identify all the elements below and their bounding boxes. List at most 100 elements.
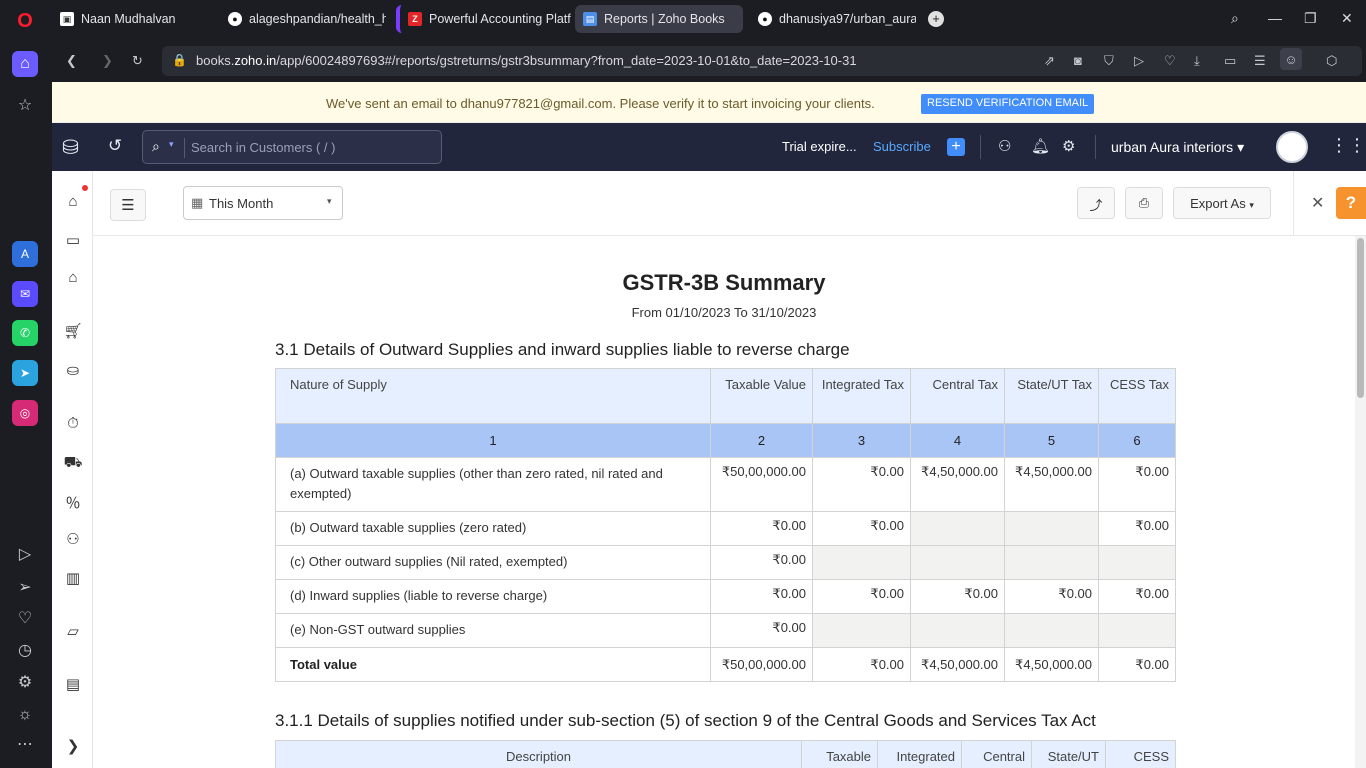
heart-icon[interactable]: ♡	[1164, 53, 1176, 69]
home-icon[interactable]: ⌂	[63, 193, 83, 213]
home-icon[interactable]: ⌂	[12, 51, 38, 77]
close-report-icon[interactable]: ✕	[1311, 193, 1324, 213]
close-window-icon[interactable]: ✕	[1341, 10, 1353, 27]
report-title: GSTR-3B Summary	[622, 270, 826, 295]
url-path: /app/60024897693#/reports/gstreturns/gst…	[276, 53, 857, 68]
tab-github-health[interactable]: ● alageshpandian/health_h	[220, 5, 386, 33]
state-ut-tax[interactable]: ₹0.00	[1004, 579, 1099, 614]
scrollbar-thumb[interactable]	[1357, 238, 1364, 398]
messenger-icon[interactable]: ✉	[12, 281, 38, 307]
table-header-row: Description Taxable Integrated Central S…	[275, 740, 1176, 768]
configure-icon[interactable]: ▤	[63, 675, 83, 695]
help-button[interactable]: ?	[1336, 187, 1366, 219]
more-icon[interactable]: ⋯	[12, 731, 38, 757]
items-icon[interactable]: ▭	[63, 231, 83, 251]
help-label: ?	[1345, 193, 1357, 212]
tab-naan-mudhalvan[interactable]: ▣ Naan Mudhalvan	[52, 5, 212, 33]
eway-bill-truck-icon[interactable]: ⛟	[63, 454, 83, 474]
taxable-value[interactable]: ₹0.00	[710, 613, 813, 648]
taxable-value[interactable]: ₹50,00,000.00	[710, 457, 813, 512]
instagram-icon[interactable]: ◎	[12, 400, 38, 426]
cess-tax[interactable]: ₹0.00	[1098, 511, 1176, 546]
tab-github-urban-aura[interactable]: ● dhanusiya97/urban_aura_	[750, 5, 916, 33]
subscribe-link[interactable]: Subscribe	[873, 139, 931, 154]
documents-folder-icon[interactable]: ▱	[63, 622, 83, 642]
share-button[interactable]: ⤴	[1077, 187, 1115, 219]
integrated-tax[interactable]: ₹0.00	[812, 511, 911, 546]
settings-icon[interactable]: ⚙	[12, 669, 38, 695]
sales-cart-icon[interactable]: 🛒︎	[63, 322, 83, 342]
new-tab-icon[interactable]: +	[928, 11, 944, 27]
integrated-tax[interactable]: ₹0.00	[812, 457, 911, 512]
restore-icon[interactable]: ❐	[1304, 10, 1317, 27]
column-header: Taxable Value	[710, 368, 813, 424]
reload-icon[interactable]: ↻	[132, 53, 143, 69]
gst-filing-icon[interactable]: ％	[63, 492, 83, 512]
download-icon[interactable]: ⤓	[1194, 53, 1200, 69]
cess-tax[interactable]: ₹0.00	[1098, 579, 1176, 614]
camera-icon[interactable]: ◙	[1074, 53, 1082, 68]
aria-icon[interactable]: A	[12, 241, 38, 267]
banking-icon[interactable]: ⌂	[63, 269, 83, 289]
purchases-bag-icon[interactable]: ⛀	[63, 361, 83, 381]
forward-icon[interactable]: ❯	[102, 53, 113, 69]
accountant-icon[interactable]: ⚇	[63, 530, 83, 550]
apps-grid-icon[interactable]: ⋮⋮⋮	[1330, 135, 1366, 156]
lightbulb-icon[interactable]: ☼	[12, 702, 38, 728]
avatar[interactable]	[1276, 131, 1308, 163]
bell-icon[interactable]: 🔔︎	[1031, 137, 1050, 155]
time-tracking-icon[interactable]: ⏱︎	[63, 415, 83, 435]
recent-history-icon[interactable]: ↺	[108, 136, 122, 156]
share-page-icon[interactable]: ⇗	[1044, 53, 1055, 69]
central-tax[interactable]: ₹0.00	[910, 579, 1005, 614]
total-cess-tax: ₹0.00	[1098, 647, 1176, 682]
search-tabs-icon[interactable]: ⌕	[1231, 10, 1239, 27]
minimize-icon[interactable]: —	[1268, 10, 1282, 26]
tab-zoho-accounting[interactable]: Z Powerful Accounting Platf	[396, 5, 572, 33]
history-icon[interactable]: ◷	[12, 637, 38, 663]
whatsapp-icon[interactable]: ✆	[12, 320, 38, 346]
profile-icon[interactable]: ☺	[1280, 48, 1302, 70]
org-switcher[interactable]: urban Aura interiors ▾	[1111, 139, 1244, 156]
web-page: We've sent an email to dhanu977821@gmail…	[52, 82, 1366, 768]
integrated-tax[interactable]: ₹0.00	[812, 579, 911, 614]
central-tax	[910, 545, 1005, 580]
opera-logo-icon[interactable]: O	[12, 8, 38, 34]
resend-verification-button[interactable]: RESEND VERIFICATION EMAIL	[921, 94, 1095, 114]
play-icon[interactable]: ▷	[1134, 53, 1144, 69]
heart-icon[interactable]: ♡	[12, 605, 38, 631]
star-icon[interactable]: ☆	[12, 92, 38, 118]
central-tax[interactable]: ₹4,50,000.00	[910, 457, 1005, 512]
taxable-value[interactable]: ₹0.00	[710, 511, 813, 546]
reports-icon[interactable]: ▥	[63, 569, 83, 589]
easy-setup-icon[interactable]: ☰	[1254, 53, 1266, 69]
state-ut-tax[interactable]: ₹4,50,000.00	[1004, 457, 1099, 512]
chevron-down-icon[interactable]: ▾	[169, 139, 174, 150]
report-scrollbar[interactable]	[1355, 236, 1366, 768]
menu-icon[interactable]: ☰	[110, 189, 146, 221]
tab-reports-zoho-books[interactable]: ▤ Reports | Zoho Books	[575, 5, 743, 33]
player-icon[interactable]: ▷	[12, 541, 38, 567]
send-icon[interactable]: ➢	[12, 574, 38, 600]
battery-icon[interactable]: ▭	[1224, 53, 1236, 69]
export-as-button[interactable]: Export As ▾	[1173, 187, 1271, 219]
cess-tax[interactable]: ₹0.00	[1098, 457, 1176, 512]
taxable-value[interactable]: ₹0.00	[710, 579, 813, 614]
print-button[interactable]: ⎙	[1125, 187, 1163, 219]
zoho-books-logo-icon[interactable]: ⛁	[62, 135, 79, 160]
shield-icon[interactable]: ⛉	[1104, 53, 1114, 69]
back-icon[interactable]: ❮	[66, 53, 77, 69]
users-icon[interactable]: ⚇	[998, 137, 1011, 155]
gear-icon[interactable]: ⚙	[1062, 137, 1075, 155]
telegram-icon[interactable]: ➤	[12, 360, 38, 386]
extensions-icon[interactable]: ⬡	[1326, 53, 1337, 69]
period-select[interactable]: ▦ This Month ▾	[183, 186, 343, 220]
column-header: State/UT	[1031, 740, 1106, 768]
search-customers-field[interactable]: ⌕ ▾ Search in Customers ( / )	[142, 130, 442, 164]
url-field[interactable]: 🔒 books.zoho.in/app/60024897693#/reports…	[162, 46, 1362, 76]
integrated-tax	[812, 545, 911, 580]
expand-nav-icon[interactable]: ❯	[63, 737, 83, 757]
url-prefix: books.	[196, 53, 235, 68]
quick-create-button[interactable]: +	[947, 138, 965, 156]
taxable-value[interactable]: ₹0.00	[710, 545, 813, 580]
